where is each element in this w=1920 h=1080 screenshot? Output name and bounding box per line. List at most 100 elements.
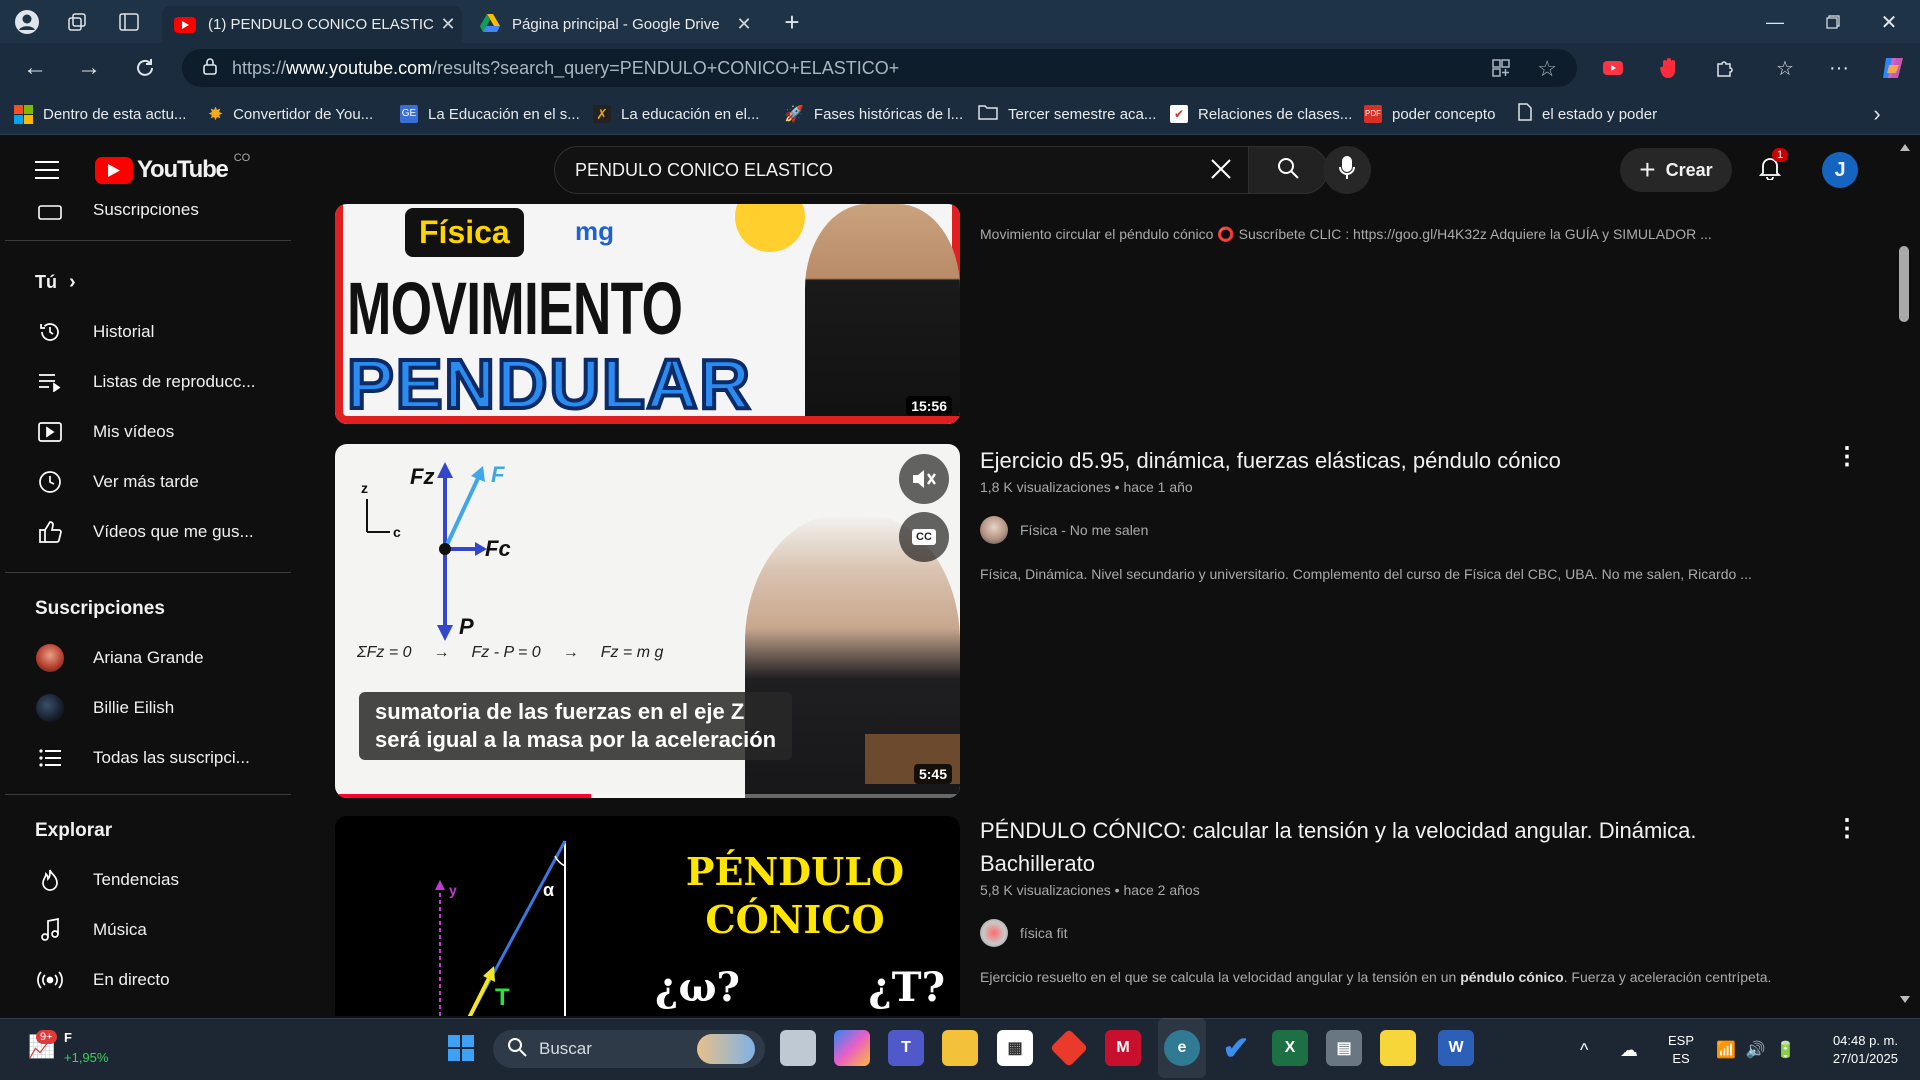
bookmark-item[interactable]: el estado y poder <box>1518 102 1657 126</box>
sidebar-item-music[interactable]: Música <box>5 906 295 954</box>
mcafee-icon[interactable]: M <box>1105 1030 1141 1066</box>
avatar-letter: J <box>1834 158 1846 181</box>
my-videos-icon <box>20 422 80 442</box>
video-thumbnail[interactable]: α y T PÉNDULO CÓNICO ¿ω? ¿T? <box>335 816 960 1016</box>
excel-icon[interactable]: X <box>1272 1030 1308 1066</box>
clear-search-icon[interactable] <box>1210 158 1232 185</box>
language-indicator[interactable]: ESP ES <box>1668 1032 1694 1068</box>
sidebar-item-watch-later[interactable]: Ver más tarde <box>5 458 295 506</box>
sidebar-item-history[interactable]: Historial <box>5 308 295 356</box>
tab-actions-icon[interactable] <box>112 6 146 38</box>
bookmarks-more-chevron-icon[interactable]: › <box>1862 100 1892 128</box>
bookmark-item[interactable]: Tercer semestre aca... <box>978 102 1156 126</box>
taskbar-search[interactable]: Buscar <box>493 1030 765 1068</box>
sidebar-item-all-subscriptions[interactable]: Todas las suscripci... <box>5 734 295 782</box>
onedrive-cloud-icon[interactable]: ☁ <box>1620 1040 1638 1061</box>
section-title: Tú <box>35 271 57 292</box>
channel-link[interactable]: Física - No me salen <box>980 516 1148 544</box>
video-title[interactable]: Ejercicio d5.95, dinámica, fuerzas elást… <box>980 444 1710 477</box>
todo-icon[interactable]: ✔ <box>1218 1030 1254 1066</box>
clock[interactable]: 04:48 p. m. 27/01/2025 <box>1808 1032 1898 1068</box>
extension-youtube-icon[interactable] <box>1596 53 1630 83</box>
sidebar-item-live[interactable]: En directo <box>5 956 295 1004</box>
trending-icon <box>20 868 80 892</box>
minimize-icon[interactable]: — <box>1752 6 1798 38</box>
like-icon <box>20 520 80 544</box>
sidebar-item-trending[interactable]: Tendencias <box>5 856 295 904</box>
search-input[interactable]: PENDULO CONICO ELASTICO <box>554 146 1249 194</box>
bookmark-item[interactable]: PDF poder concepto <box>1364 102 1495 126</box>
video-thumbnail[interactable]: Física mg MOVIMIENTO PENDULAR 15:56 <box>335 204 960 424</box>
new-tab-icon[interactable]: + <box>776 6 808 38</box>
page-scrollbar[interactable] <box>1893 136 1915 1016</box>
scrollbar-thumb[interactable] <box>1899 246 1909 322</box>
sidebar-item-playlists[interactable]: Listas de reproducc... <box>5 358 295 406</box>
weather-widget[interactable]: 📈 9+ F +1,95% <box>24 1026 134 1072</box>
closed-captions-icon[interactable]: CC <box>899 512 949 562</box>
copilot-icon[interactable] <box>1876 53 1910 83</box>
favorites-icon[interactable]: ☆ <box>1768 53 1802 83</box>
file-explorer-icon[interactable] <box>942 1030 978 1066</box>
account-avatar[interactable]: J <box>1822 152 1858 188</box>
create-button[interactable]: + Crear <box>1620 148 1732 192</box>
sidebar-item-ariana-grande[interactable]: Ariana Grande <box>5 634 295 682</box>
teams-icon[interactable]: T <box>888 1030 924 1066</box>
sidebar-item-billie-eilish[interactable]: Billie Eilish <box>5 684 295 732</box>
search-button[interactable] <box>1248 146 1328 194</box>
preview-progress-fill <box>335 794 592 798</box>
app-available-icon[interactable] <box>1491 58 1511 83</box>
profile-icon[interactable] <box>10 6 44 38</box>
copilot-taskbar-icon[interactable] <box>834 1030 870 1066</box>
word-icon[interactable]: W <box>1438 1030 1474 1066</box>
forward-icon[interactable]: → <box>72 51 106 85</box>
video-thumbnail[interactable]: Fz F Fc P z c ΣFz = 0 → Fz - P = 0 → Fz … <box>335 444 960 798</box>
tab-close-icon[interactable]: ✕ <box>434 14 462 35</box>
notifications-button[interactable]: 1 <box>1750 148 1790 190</box>
tab-close-icon[interactable]: ✕ <box>730 14 758 35</box>
close-window-icon[interactable]: ✕ <box>1866 6 1912 38</box>
bookmark-item[interactable]: GE La Educación en el s... <box>400 102 580 126</box>
thumbnail-headline: PÉNDULO CÓNICO <box>675 848 915 944</box>
sidebar-item-my-videos[interactable]: Mis vídeos <box>5 408 295 456</box>
restore-icon[interactable] <box>1810 6 1856 38</box>
tab-google-drive[interactable]: Página principal - Google Drive ✕ <box>468 6 758 43</box>
youtube-logo[interactable]: YouTube CO <box>95 152 250 184</box>
sticky-notes-icon[interactable] <box>1380 1030 1416 1066</box>
microsoft-store-icon[interactable]: ▦ <box>997 1030 1033 1066</box>
back-icon[interactable]: ← <box>18 51 52 85</box>
extensions-puzzle-icon[interactable] <box>1708 53 1742 83</box>
bookmark-item[interactable]: 🚀 Fases históricas de l... <box>784 102 963 126</box>
bookmark-item[interactable]: Dentro de esta actu... <box>14 102 186 126</box>
task-view-icon[interactable] <box>780 1030 816 1066</box>
hidden-icons-chevron-icon[interactable]: ^ <box>1580 1040 1588 1061</box>
favorite-star-icon[interactable]: ☆ <box>1537 56 1557 82</box>
bookmark-label: Convertidor de You... <box>233 105 374 123</box>
hamburger-menu-icon[interactable] <box>27 150 67 190</box>
scroll-down-icon[interactable] <box>1900 996 1910 1003</box>
lock-icon <box>202 57 218 80</box>
more-actions-icon[interactable]: ⋮ <box>1835 814 1859 843</box>
voice-search-button[interactable] <box>1323 146 1371 194</box>
address-bar[interactable]: https://www.youtube.com/results?search_q… <box>182 49 1577 87</box>
live-icon <box>20 970 80 990</box>
video-title[interactable]: PÉNDULO CÓNICO: calcular la tensión y la… <box>980 814 1710 880</box>
bookmark-item[interactable]: ✗ La educación en el... <box>593 102 759 126</box>
mute-icon[interactable] <box>899 454 949 504</box>
calculator-icon[interactable]: ▤ <box>1326 1030 1362 1066</box>
more-actions-icon[interactable]: ⋮ <box>1835 442 1859 471</box>
workspaces-icon[interactable] <box>60 6 94 38</box>
scroll-up-icon[interactable] <box>1900 144 1910 151</box>
bookmark-label: Relaciones de clases... <box>1198 105 1353 123</box>
more-menu-icon[interactable]: ··· <box>1822 53 1856 83</box>
refresh-icon[interactable] <box>128 51 162 85</box>
extension-hand-icon[interactable] <box>1652 53 1686 83</box>
wifi-icon: 📶 <box>1716 1042 1736 1059</box>
bookmark-item[interactable]: ✸ Convertidor de You... <box>208 102 373 126</box>
tab-youtube[interactable]: (1) PENDULO CONICO ELASTICO ✕ <box>162 6 462 43</box>
bookmark-item[interactable]: ✔ Relaciones de clases... <box>1170 102 1352 126</box>
system-tray-icons[interactable]: 📶 🔊 🔋 <box>1716 1040 1796 1060</box>
sidebar-you-header[interactable]: Tú › <box>5 258 295 306</box>
channel-link[interactable]: física fit <box>980 919 1067 947</box>
start-button[interactable] <box>443 1030 479 1066</box>
sidebar-item-liked-videos[interactable]: Vídeos que me gus... <box>5 508 295 556</box>
